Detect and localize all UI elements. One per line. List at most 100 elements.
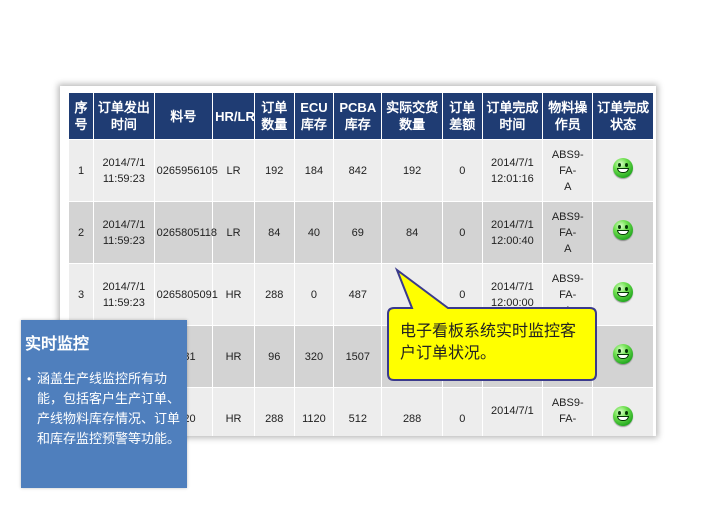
cell-diff: 0	[441, 139, 483, 202]
column-header: 订单 差额	[441, 92, 483, 140]
cell-value: 1120	[302, 412, 326, 425]
column-header-line: 时间	[110, 117, 137, 132]
column-header-line: 订单完成	[486, 100, 539, 115]
column-header-line: 号	[74, 117, 88, 132]
column-header: 物料操 作员	[542, 92, 594, 140]
cell-value: 0	[459, 412, 466, 425]
column-header-line: 实际交货	[386, 100, 439, 115]
info-bullet: •	[27, 372, 32, 386]
cell-operator: ABS9-FA- A	[542, 201, 594, 264]
cell-send-time: 2014/7/1 11:59:23	[93, 263, 155, 326]
cell-done-time: 2014/7/1 12:01:16	[481, 139, 544, 202]
cell-diff: 0	[441, 201, 483, 264]
cell-status	[592, 139, 654, 202]
cell-qty: 288	[253, 263, 295, 326]
cell-value: 11:59:23	[102, 296, 145, 309]
cell-hrlr: HR	[212, 325, 255, 388]
cell-value: 0	[459, 226, 466, 239]
cell-qty: 96	[253, 325, 295, 388]
table-row: 2 2014/7/1 11:59:23 0265805118 LR 84 40 69 84 0 20…	[67, 201, 654, 264]
column-header: 订单 数量	[253, 92, 295, 140]
cell-value: 11:59:23	[102, 172, 145, 185]
column-header-line: 数量	[399, 117, 426, 132]
column-header-line: ECU	[300, 100, 328, 115]
cell-value: HR	[225, 350, 242, 363]
cell-value: LR	[226, 226, 241, 239]
cell-value: 3	[77, 288, 85, 301]
cell-value: 1	[77, 164, 85, 177]
cell-value: 2014/7/1	[490, 280, 534, 293]
column-header: ECU 库存	[293, 92, 335, 140]
column-header-line: HR/LR	[215, 108, 255, 124]
cell-qty: 288	[253, 387, 295, 436]
column-header-line: 作员	[554, 117, 581, 132]
column-header-line: 订单发出	[97, 100, 150, 115]
column-header: 实际交货 数量	[381, 92, 443, 140]
cell-pcba: 487	[333, 263, 383, 326]
smiley-icon	[613, 158, 634, 178]
cell-value: 0	[310, 288, 317, 301]
cell-part: 0265805091	[153, 263, 218, 326]
cell-value: 0265805091	[156, 288, 218, 301]
cell-ecu: 40	[293, 201, 335, 264]
cell-value: 11:59:23	[102, 234, 145, 247]
cell-value: 84	[268, 226, 281, 239]
column-header-line: 时间	[499, 117, 526, 132]
cell-status	[592, 201, 654, 264]
column-header: PCBA 库存	[333, 92, 383, 140]
smiley-icon	[613, 282, 634, 302]
cell-value: 288	[265, 288, 284, 301]
cell-part: 0265956105	[153, 139, 218, 202]
cell-delivered: 288	[381, 387, 443, 436]
cell-delivered: 192	[381, 139, 443, 202]
column-header: HR/LR	[212, 92, 255, 140]
column-header-line: 料号	[170, 108, 197, 124]
cell-send-time: 2014/7/1 11:59:23	[93, 139, 155, 202]
column-header-line: PCBA	[339, 100, 377, 115]
yellow-callout: 电子看板系统实时监控客户订单状况。	[387, 267, 597, 381]
cell-ecu: 184	[293, 139, 335, 202]
cell-ecu: 0	[293, 263, 335, 326]
cell-value: 96	[268, 350, 281, 363]
cell-value: 69	[351, 226, 364, 239]
info-panel-title: 实时监控	[25, 334, 90, 353]
cell-status	[592, 325, 654, 388]
cell-value: 2014/7/1	[102, 280, 146, 293]
cell-value: 2	[77, 226, 85, 239]
cell-value: HR	[225, 412, 242, 425]
column-header: 订单完成 时间	[481, 92, 544, 140]
cell-pcba: 842	[333, 139, 383, 202]
cell-no: 3	[67, 263, 95, 326]
cell-value: A	[564, 242, 572, 255]
table-header-row: 序号订单发出 时间 料号 HR/LR 订单 数量 ECU 库存 PCBA 库存 实际交货 数量 订单 差额…	[67, 92, 654, 140]
cell-status	[592, 387, 654, 436]
cell-value: 512	[348, 412, 367, 425]
cell-diff: 0	[441, 387, 483, 436]
table-row: 1 2014/7/1 11:59:23 0265956105 LR 192 184 842 19…	[67, 139, 654, 202]
cell-pcba: 1507	[333, 325, 383, 388]
cell-value: LR	[226, 164, 241, 177]
cell-hrlr: HR	[212, 263, 255, 326]
cell-value: ABS9-FA-	[551, 210, 584, 239]
cell-pcba: 69	[333, 201, 383, 264]
cell-value: 0265956105	[156, 164, 218, 177]
cell-value: 40	[307, 226, 321, 239]
cell-done-time: 2014/7/1 12:00:40	[481, 201, 544, 264]
cell-value: 0265805118	[156, 226, 218, 239]
column-header-line: 差额	[449, 117, 476, 132]
smiley-icon	[613, 344, 634, 364]
cell-delivered: 84	[381, 201, 443, 264]
cell-qty: 192	[253, 139, 295, 202]
smiley-icon	[613, 406, 634, 426]
column-header: 订单发出 时间	[93, 92, 155, 140]
cell-status	[592, 263, 654, 326]
cell-value: 487	[348, 288, 367, 301]
cell-send-time: 2014/7/1 11:59:23	[93, 201, 155, 264]
cell-hrlr: HR	[212, 387, 255, 436]
cell-value: 288	[402, 412, 422, 425]
cell-value: 320	[304, 350, 324, 363]
cell-part: 0265805118	[153, 201, 217, 264]
column-header-line: 订单	[449, 100, 476, 115]
column-header: 序号	[67, 92, 95, 140]
cell-no: 1	[67, 139, 95, 202]
